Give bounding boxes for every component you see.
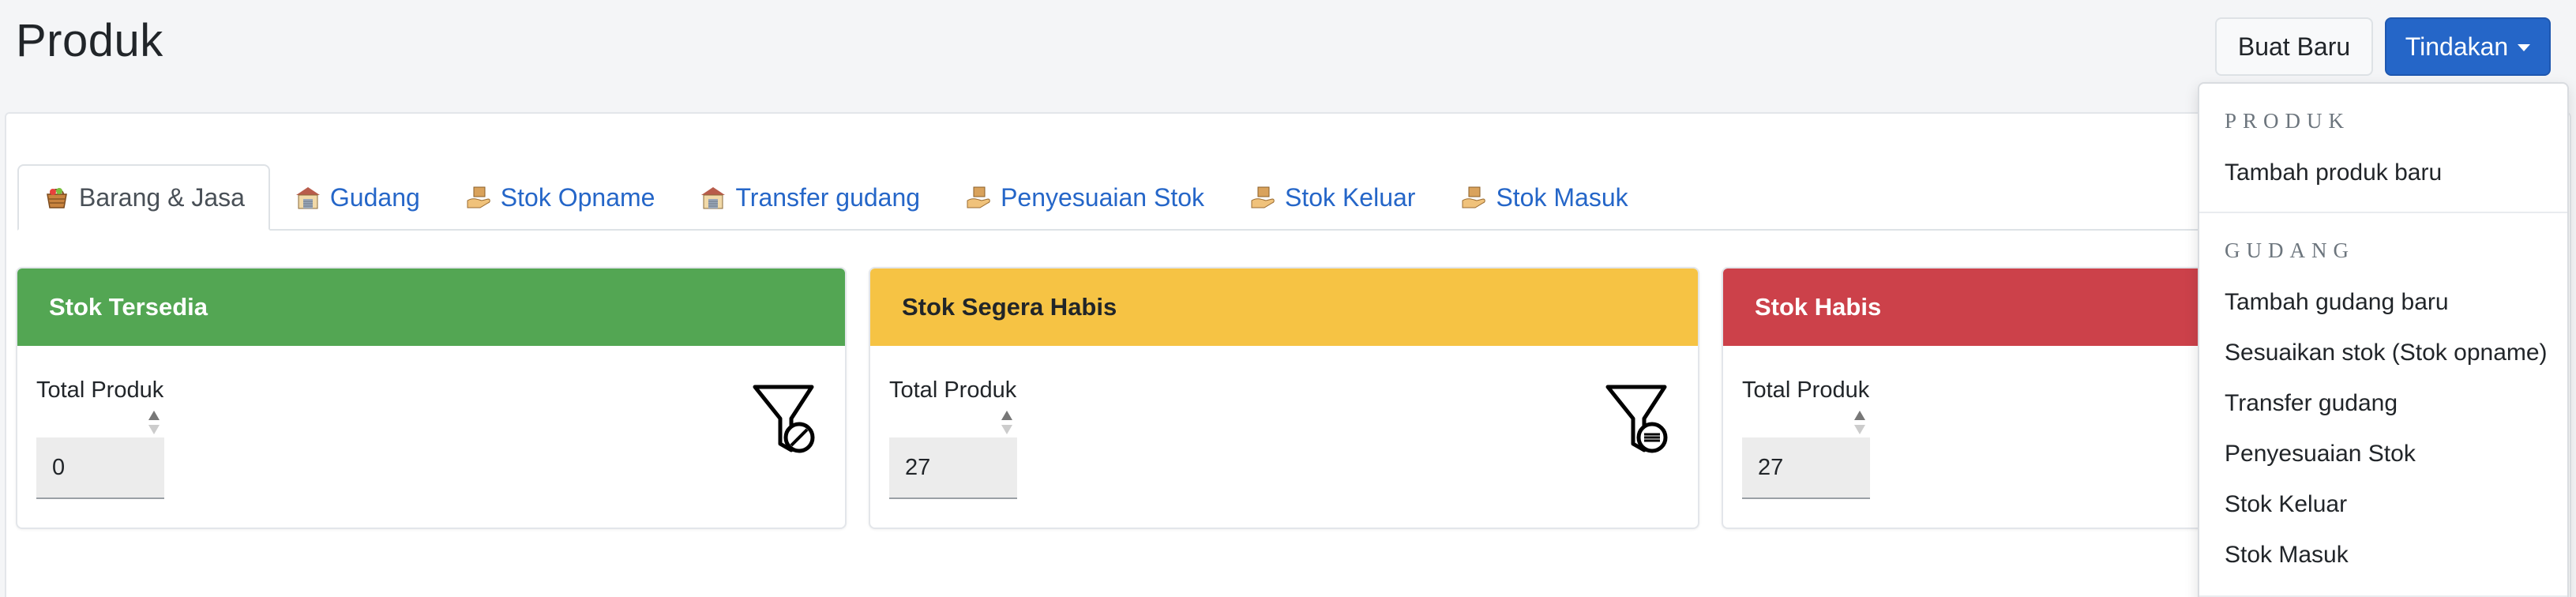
- menu-item-add-product[interactable]: Tambah produk baru: [2225, 160, 2442, 186]
- stat-card-title: Stok Tersedia: [49, 293, 208, 321]
- hand-box-icon: [1251, 186, 1275, 208]
- tab-label: Penyesuaian Stok: [1001, 182, 1205, 212]
- menu-item-stock-adjustment[interactable]: Penyesuaian Stok: [2225, 441, 2416, 467]
- stat-label: Total Produk: [1742, 377, 1870, 403]
- basket-icon: [47, 188, 67, 208]
- stat-card-header: Stok Tersedia: [17, 268, 845, 346]
- sort-icon[interactable]: [146, 407, 162, 437]
- tab-stock-opname[interactable]: Stok Opname: [441, 164, 676, 231]
- actions-dropdown-button[interactable]: Tindakan: [2385, 17, 2551, 76]
- stat-card-title: Stok Segera Habis: [902, 293, 1117, 321]
- tab-label: Gudang: [329, 182, 420, 212]
- menu-item-stock-opname[interactable]: Sesuaikan stok (Stok opname): [2225, 340, 2548, 366]
- tab-stock-out[interactable]: Stok Keluar: [1225, 164, 1436, 231]
- sort-icon[interactable]: [999, 407, 1015, 437]
- caret-down-icon: [2518, 43, 2531, 51]
- menu-item-stock-out[interactable]: Stok Keluar: [2225, 491, 2347, 518]
- actions-button-label: Tindakan: [2405, 32, 2509, 61]
- stat-card-header: Stok Segera Habis: [870, 268, 1698, 346]
- product-tabs: Barang & Jasa Gudang Stok Opname Transfe…: [17, 163, 2576, 231]
- tab-stock-adjustment[interactable]: Penyesuaian Stok: [941, 164, 1225, 231]
- warehouse-icon: [295, 187, 320, 209]
- menu-item-warehouse-transfer[interactable]: Transfer gudang: [2225, 390, 2398, 417]
- new-button[interactable]: Buat Baru: [2215, 17, 2373, 76]
- menu-item-stock-in[interactable]: Stok Masuk: [2225, 542, 2349, 569]
- hand-box-icon: [1462, 186, 1486, 208]
- filter-icon[interactable]: [752, 382, 820, 458]
- dropdown-header-products: PRODUK: [2225, 109, 2351, 133]
- warehouse-icon: [701, 187, 726, 209]
- stat-value-field[interactable]: 27: [1742, 437, 1870, 499]
- stat-value-field[interactable]: 0: [36, 437, 164, 499]
- actions-dropdown-menu: PRODUK Tambah produk baru GUDANG Tambah …: [2198, 82, 2569, 597]
- stat-card-available: Stok Tersedia Total Produk 0: [16, 267, 847, 529]
- stat-card-low-stock: Stok Segera Habis Total Produk 27: [869, 267, 1699, 529]
- tab-warehouse[interactable]: Gudang: [270, 164, 441, 231]
- tab-warehouse-transfer[interactable]: Transfer gudang: [675, 164, 941, 231]
- dropdown-divider: [2199, 212, 2567, 213]
- tab-label: Stok Masuk: [1496, 182, 1628, 212]
- tab-label: Barang & Jasa: [79, 182, 245, 212]
- dropdown-header-warehouse: GUDANG: [2225, 238, 2355, 262]
- tab-label: Transfer gudang: [735, 182, 921, 212]
- tab-label: Stok Keluar: [1285, 182, 1416, 212]
- hand-box-icon: [967, 186, 990, 208]
- stat-value-field[interactable]: 27: [889, 437, 1017, 499]
- stat-label: Total Produk: [36, 377, 164, 403]
- filter-icon[interactable]: [1605, 382, 1673, 458]
- new-button-label: Buat Baru: [2237, 32, 2351, 61]
- menu-item-add-warehouse[interactable]: Tambah gudang baru: [2225, 289, 2449, 316]
- page-title: Produk: [16, 15, 163, 66]
- hand-box-icon: [467, 186, 490, 208]
- stat-label: Total Produk: [889, 377, 1017, 403]
- tab-goods-services[interactable]: Barang & Jasa: [17, 164, 270, 231]
- tab-label: Stok Opname: [500, 182, 655, 212]
- tab-stock-in[interactable]: Stok Masuk: [1436, 164, 1648, 231]
- sort-icon[interactable]: [1852, 407, 1868, 437]
- stat-card-title: Stok Habis: [1755, 293, 1882, 321]
